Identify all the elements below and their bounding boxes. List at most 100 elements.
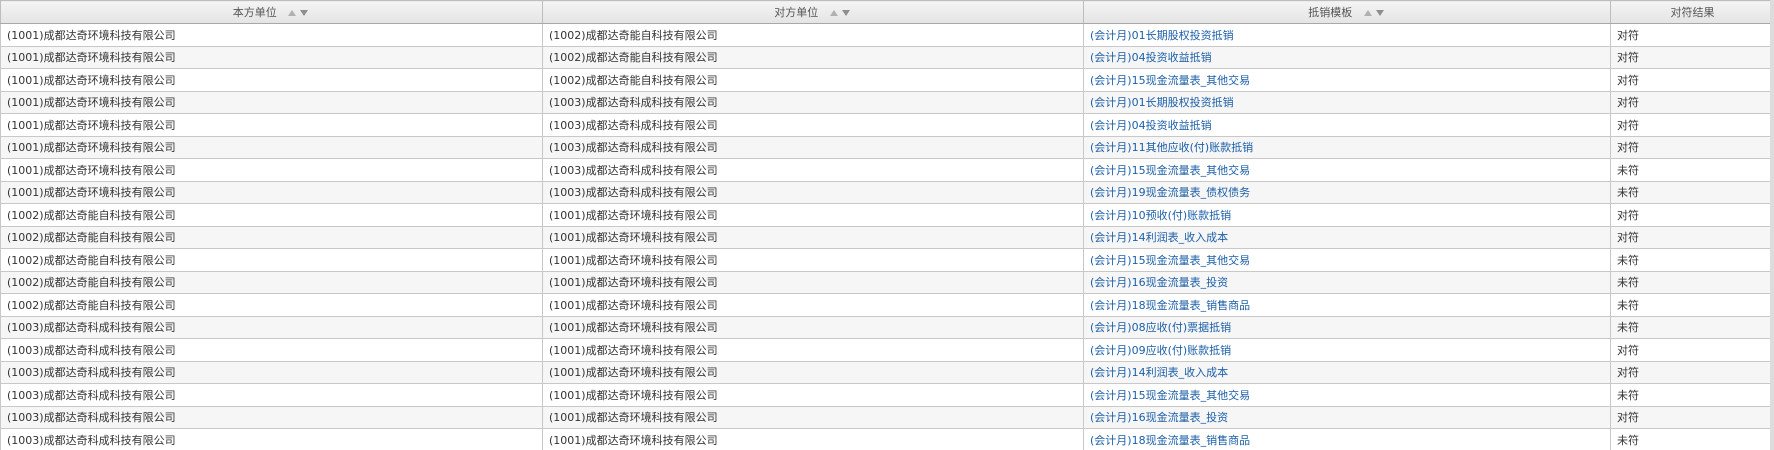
- cell-counter-unit: (1001)成都达奇环境科技有限公司: [542, 338, 1084, 362]
- cell-match-result: 未符: [1610, 180, 1774, 204]
- cell-match-result: 对符: [1610, 405, 1774, 429]
- cell-match-result: 未符: [1610, 315, 1774, 339]
- cell-own-unit: (1002)成都达奇能自科技有限公司: [0, 270, 543, 294]
- cell-match-result: 对符: [1610, 45, 1774, 69]
- table-row[interactable]: (1001)成都达奇环境科技有限公司 (1003)成都达奇科成科技有限公司 (会计月…: [0, 135, 1774, 159]
- cell-own-unit: (1001)成都达奇环境科技有限公司: [0, 113, 543, 137]
- reconciliation-table: 本方单位 对方单位 抵销模板 对符结果 (1001)成都达奇环境科技有限公司 (…: [0, 0, 1774, 450]
- cell-offset-template-link[interactable]: (会计月)14利润表_收入成本: [1083, 360, 1611, 384]
- cell-offset-template-link[interactable]: (会计月)10预收(付)账款抵销: [1083, 203, 1611, 227]
- cell-counter-unit: (1001)成都达奇环境科技有限公司: [542, 383, 1084, 407]
- table-row[interactable]: (1003)成都达奇科成科技有限公司 (1001)成都达奇环境科技有限公司 (会计月…: [0, 360, 1774, 384]
- cell-offset-template-link[interactable]: (会计月)01长期股权投资抵销: [1083, 90, 1611, 114]
- cell-own-unit: (1002)成都达奇能自科技有限公司: [0, 248, 543, 272]
- cell-counter-unit: (1003)成都达奇科成科技有限公司: [542, 90, 1084, 114]
- table-row[interactable]: (1001)成都达奇环境科技有限公司 (1003)成都达奇科成科技有限公司 (会计月…: [0, 180, 1774, 204]
- sort-ascending-icon[interactable]: [1363, 10, 1372, 16]
- table-row[interactable]: (1001)成都达奇环境科技有限公司 (1002)成都达奇能自科技有限公司 (会计月…: [0, 68, 1774, 92]
- table-header: 本方单位 对方单位 抵销模板 对符结果: [0, 0, 1774, 24]
- cell-counter-unit: (1001)成都达奇环境科技有限公司: [542, 405, 1084, 429]
- cell-offset-template-link[interactable]: (会计月)14利润表_收入成本: [1083, 225, 1611, 249]
- cell-counter-unit: (1002)成都达奇能自科技有限公司: [542, 68, 1084, 92]
- cell-match-result: 对符: [1610, 68, 1774, 92]
- table-row[interactable]: (1002)成都达奇能自科技有限公司 (1001)成都达奇环境科技有限公司 (会计月…: [0, 225, 1774, 249]
- table-row[interactable]: (1003)成都达奇科成科技有限公司 (1001)成都达奇环境科技有限公司 (会计月…: [0, 405, 1774, 429]
- table-row[interactable]: (1001)成都达奇环境科技有限公司 (1003)成都达奇科成科技有限公司 (会计月…: [0, 90, 1774, 114]
- cell-offset-template-link[interactable]: (会计月)18现金流量表_销售商品: [1083, 293, 1611, 317]
- column-header-label: 对符结果: [1670, 6, 1715, 19]
- cell-match-result: 对符: [1610, 135, 1774, 159]
- cell-counter-unit: (1003)成都达奇科成科技有限公司: [542, 180, 1084, 204]
- cell-offset-template-link[interactable]: (会计月)19现金流量表_债权债务: [1083, 180, 1611, 204]
- cell-offset-template-link[interactable]: (会计月)16现金流量表_投资: [1083, 270, 1611, 294]
- sort-descending-icon[interactable]: [841, 10, 850, 16]
- table-row[interactable]: (1002)成都达奇能自科技有限公司 (1001)成都达奇环境科技有限公司 (会计月…: [0, 248, 1774, 272]
- cell-counter-unit: (1001)成都达奇环境科技有限公司: [542, 428, 1084, 450]
- column-header-offset-template[interactable]: 抵销模板: [1083, 0, 1611, 24]
- table-row[interactable]: (1002)成都达奇能自科技有限公司 (1001)成都达奇环境科技有限公司 (会计月…: [0, 270, 1774, 294]
- cell-match-result: 未符: [1610, 293, 1774, 317]
- table-row[interactable]: (1001)成都达奇环境科技有限公司 (1002)成都达奇能自科技有限公司 (会计月…: [0, 23, 1774, 47]
- table-body: (1001)成都达奇环境科技有限公司 (1002)成都达奇能自科技有限公司 (会计月…: [0, 23, 1774, 450]
- header-row: 本方单位 对方单位 抵销模板 对符结果: [0, 0, 1774, 24]
- cell-own-unit: (1003)成都达奇科成科技有限公司: [0, 383, 543, 407]
- cell-offset-template-link[interactable]: (会计月)15现金流量表_其他交易: [1083, 248, 1611, 272]
- cell-own-unit: (1003)成都达奇科成科技有限公司: [0, 428, 543, 450]
- cell-offset-template-link[interactable]: (会计月)01长期股权投资抵销: [1083, 23, 1611, 47]
- table-row[interactable]: (1001)成都达奇环境科技有限公司 (1002)成都达奇能自科技有限公司 (会计月…: [0, 45, 1774, 69]
- cell-offset-template-link[interactable]: (会计月)08应收(付)票据抵销: [1083, 315, 1611, 339]
- sort-controls: [286, 10, 310, 16]
- cell-match-result: 未符: [1610, 428, 1774, 450]
- table-row[interactable]: (1003)成都达奇科成科技有限公司 (1001)成都达奇环境科技有限公司 (会计月…: [0, 338, 1774, 362]
- sort-descending-icon[interactable]: [300, 10, 309, 16]
- cell-match-result: 未符: [1610, 383, 1774, 407]
- cell-offset-template-link[interactable]: (会计月)11其他应收(付)账款抵销: [1083, 135, 1611, 159]
- column-header-counter-unit[interactable]: 对方单位: [542, 0, 1084, 24]
- cell-counter-unit: (1001)成都达奇环境科技有限公司: [542, 248, 1084, 272]
- cell-match-result: 对符: [1610, 23, 1774, 47]
- cell-counter-unit: (1003)成都达奇科成科技有限公司: [542, 135, 1084, 159]
- column-header-label: 本方单位: [232, 6, 277, 19]
- cell-own-unit: (1002)成都达奇能自科技有限公司: [0, 203, 543, 227]
- cell-counter-unit: (1001)成都达奇环境科技有限公司: [542, 225, 1084, 249]
- sort-ascending-icon[interactable]: [288, 10, 297, 16]
- sort-descending-icon[interactable]: [1375, 10, 1384, 16]
- cell-offset-template-link[interactable]: (会计月)04投资收益抵销: [1083, 113, 1611, 137]
- cell-counter-unit: (1001)成都达奇环境科技有限公司: [542, 270, 1084, 294]
- cell-offset-template-link[interactable]: (会计月)16现金流量表_投资: [1083, 405, 1611, 429]
- cell-offset-template-link[interactable]: (会计月)09应收(付)账款抵销: [1083, 338, 1611, 362]
- cell-match-result: 对符: [1610, 360, 1774, 384]
- cell-own-unit: (1001)成都达奇环境科技有限公司: [0, 90, 543, 114]
- cell-counter-unit: (1003)成都达奇科成科技有限公司: [542, 158, 1084, 182]
- vertical-scrollbar[interactable]: [1770, 0, 1774, 450]
- cell-counter-unit: (1001)成都达奇环境科技有限公司: [542, 293, 1084, 317]
- column-header-own-unit[interactable]: 本方单位: [0, 0, 543, 24]
- column-header-match-result: 对符结果: [1610, 0, 1774, 24]
- cell-match-result: 对符: [1610, 225, 1774, 249]
- cell-match-result: 对符: [1610, 90, 1774, 114]
- column-header-label: 对方单位: [774, 6, 819, 19]
- cell-own-unit: (1001)成都达奇环境科技有限公司: [0, 135, 543, 159]
- sort-ascending-icon[interactable]: [829, 10, 838, 16]
- cell-offset-template-link[interactable]: (会计月)15现金流量表_其他交易: [1083, 383, 1611, 407]
- table-row[interactable]: (1002)成都达奇能自科技有限公司 (1001)成都达奇环境科技有限公司 (会计月…: [0, 293, 1774, 317]
- cell-own-unit: (1001)成都达奇环境科技有限公司: [0, 45, 543, 69]
- sort-controls: [828, 10, 852, 16]
- cell-match-result: 未符: [1610, 158, 1774, 182]
- cell-offset-template-link[interactable]: (会计月)15现金流量表_其他交易: [1083, 158, 1611, 182]
- cell-match-result: 未符: [1610, 248, 1774, 272]
- table-row[interactable]: (1001)成都达奇环境科技有限公司 (1003)成都达奇科成科技有限公司 (会计月…: [0, 158, 1774, 182]
- cell-match-result: 对符: [1610, 113, 1774, 137]
- cell-own-unit: (1001)成都达奇环境科技有限公司: [0, 158, 543, 182]
- cell-own-unit: (1002)成都达奇能自科技有限公司: [0, 225, 543, 249]
- cell-own-unit: (1003)成都达奇科成科技有限公司: [0, 405, 543, 429]
- table-row[interactable]: (1003)成都达奇科成科技有限公司 (1001)成都达奇环境科技有限公司 (会计月…: [0, 428, 1774, 450]
- cell-counter-unit: (1002)成都达奇能自科技有限公司: [542, 45, 1084, 69]
- cell-offset-template-link[interactable]: (会计月)18现金流量表_销售商品: [1083, 428, 1611, 450]
- table-row[interactable]: (1003)成都达奇科成科技有限公司 (1001)成都达奇环境科技有限公司 (会计月…: [0, 315, 1774, 339]
- table-row[interactable]: (1003)成都达奇科成科技有限公司 (1001)成都达奇环境科技有限公司 (会计月…: [0, 383, 1774, 407]
- table-row[interactable]: (1002)成都达奇能自科技有限公司 (1001)成都达奇环境科技有限公司 (会计月…: [0, 203, 1774, 227]
- cell-offset-template-link[interactable]: (会计月)15现金流量表_其他交易: [1083, 68, 1611, 92]
- cell-offset-template-link[interactable]: (会计月)04投资收益抵销: [1083, 45, 1611, 69]
- table-row[interactable]: (1001)成都达奇环境科技有限公司 (1003)成都达奇科成科技有限公司 (会计月…: [0, 113, 1774, 137]
